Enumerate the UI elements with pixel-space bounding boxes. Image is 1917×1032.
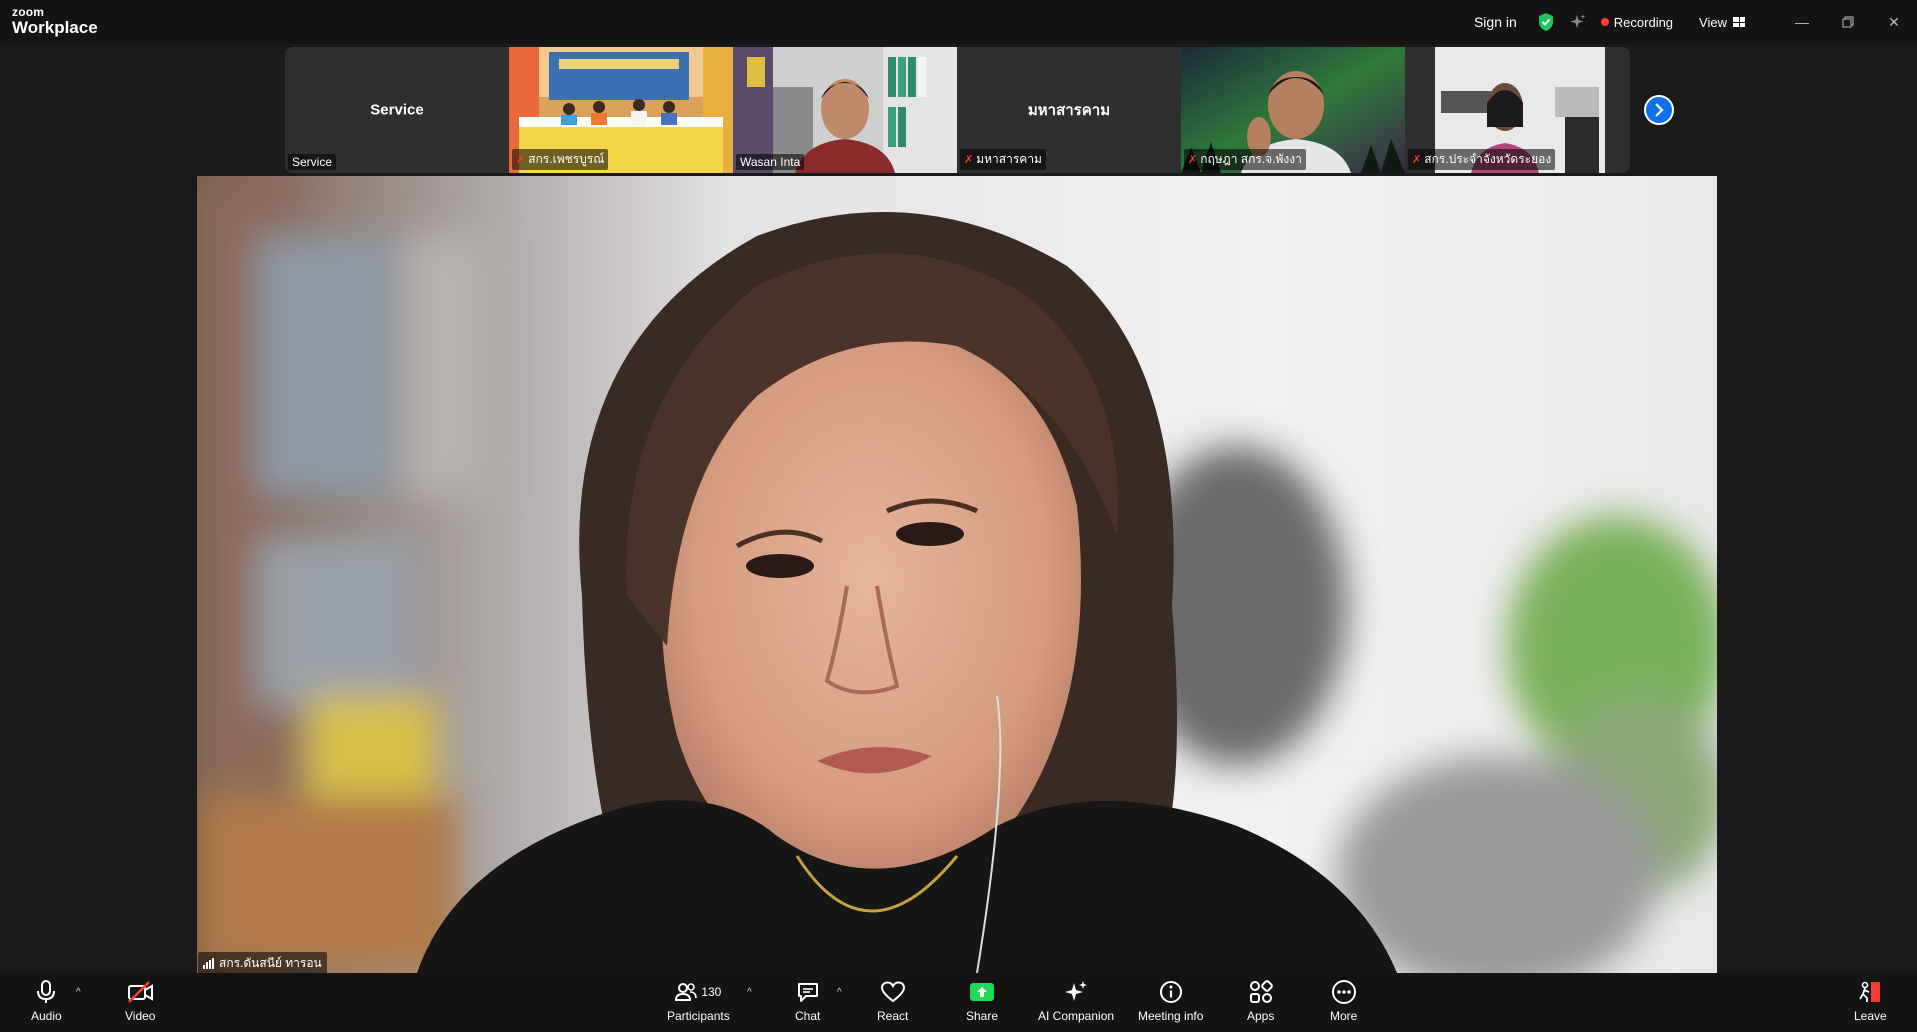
participant-name: มหาสารคาม (976, 152, 1042, 166)
close-button[interactable]: ✕ (1871, 0, 1917, 44)
minimize-button[interactable]: — (1779, 0, 1825, 44)
chat-options-caret[interactable]: ^ (837, 987, 842, 998)
participants-count: 130 (701, 985, 722, 999)
participants-icon (675, 983, 698, 1001)
participant-tile-video[interactable]: ✗ สกร.เพชรบูรณ์ (509, 47, 733, 173)
participant-name: กฤษฎา สกร.จ.พังงา (1200, 152, 1302, 166)
mic-muted-icon: ✗ (1412, 154, 1422, 166)
chat-label: Chat (795, 1009, 821, 1023)
participant-filmstrip: Service Service ✗ สกร.เพชรบูรณ์ Wasan In… (285, 47, 1630, 173)
share-screen-icon (970, 983, 995, 1001)
leave-door-icon (1859, 981, 1881, 1002)
participant-display-name: Service (370, 101, 424, 119)
logo-workplace-text: Workplace (12, 18, 98, 37)
share-button[interactable]: Share (966, 979, 998, 1023)
participant-display-name: มหาสารคาม (1027, 102, 1111, 119)
meeting-info-button[interactable]: Meeting info (1138, 979, 1203, 1023)
participant-tile-video[interactable]: ✗ สกร.ประจำจังหวัดระยอง (1405, 47, 1629, 173)
speaker-video-feed (197, 176, 1717, 973)
participant-nameplate: ✗ มหาสารคาม (960, 149, 1046, 170)
restore-button[interactable] (1825, 0, 1871, 44)
recording-dot-icon (1600, 18, 1609, 26)
grid-view-icon (1733, 17, 1745, 27)
view-button[interactable]: View (1699, 15, 1745, 30)
participant-tile-video[interactable]: ✗ กฤษฎา สกร.จ.พังงา (1181, 47, 1405, 173)
ai-companion-label: AI Companion (1038, 1009, 1115, 1023)
share-label: Share (966, 1009, 999, 1023)
view-label: View (1699, 14, 1727, 30)
active-speaker-name: สกร.ดันสนีย์ ทารอน (219, 956, 322, 970)
heart-icon (880, 981, 905, 1003)
video-label: Video (125, 1009, 156, 1023)
audio-options-caret[interactable]: ^ (76, 987, 81, 998)
shield-check-icon[interactable] (1537, 12, 1555, 32)
chevron-right-icon (1655, 103, 1664, 117)
participant-nameplate: ✗ กฤษฎา สกร.จ.พังงา (1184, 149, 1306, 170)
recording-label: Recording (1613, 14, 1674, 30)
participant-name: Wasan Inta (740, 155, 801, 169)
participants-options-caret[interactable]: ^ (747, 987, 752, 998)
apps-icon (1249, 980, 1273, 1003)
audio-button[interactable]: Audio (31, 979, 62, 1023)
mic-muted-icon: ✗ (1188, 154, 1198, 166)
leave-button[interactable]: Leave (1854, 979, 1887, 1023)
apps-button[interactable]: Apps (1247, 979, 1274, 1023)
participant-nameplate: Service (288, 154, 337, 170)
active-speaker-video[interactable] (197, 176, 1717, 973)
participant-nameplate: ✗ สกร.เพชรบูรณ์ (512, 149, 609, 170)
react-label: React (877, 1009, 909, 1023)
video-button[interactable]: Video (125, 979, 155, 1023)
filmstrip-next-button[interactable] (1644, 95, 1674, 125)
audio-label: Audio (31, 1009, 62, 1023)
ai-companion-button[interactable]: AI Companion (1038, 979, 1114, 1023)
logo-zoom-text: zoom (12, 5, 45, 19)
participant-tile-service[interactable]: Service Service (285, 47, 509, 173)
more-ellipsis-icon (1331, 980, 1356, 1004)
participants-label: Participants (667, 1009, 730, 1023)
participant-name: สกร.ประจำจังหวัดระยอง (1424, 152, 1552, 166)
apps-label: Apps (1247, 1009, 1275, 1023)
sign-in-link[interactable]: Sign in (1474, 14, 1517, 30)
microphone-icon (37, 980, 56, 1003)
participant-nameplate: ✗ สกร.ประจำจังหวัดระยอง (1408, 149, 1556, 170)
participant-name: สกร.เพชรบูรณ์ (528, 152, 605, 166)
more-button[interactable]: More (1330, 979, 1357, 1023)
chat-button[interactable]: Chat (795, 979, 820, 1023)
meeting-toolbar: Audio ^ Video 130 Participants ^ Chat ^ … (0, 973, 1917, 1032)
mic-muted-icon: ✗ (516, 154, 526, 166)
ai-sparkle-icon[interactable] (1569, 13, 1587, 31)
recording-indicator[interactable]: Recording (1600, 14, 1674, 30)
restore-icon (1842, 16, 1854, 28)
ai-companion-sparkle-icon (1065, 981, 1088, 1001)
video-off-icon (128, 981, 154, 1003)
participants-button[interactable]: 130 Participants (667, 979, 730, 1023)
participant-tile-avatar[interactable]: มหาสารคาม ✗ มหาสารคาม (957, 47, 1181, 173)
participant-name: Service (292, 155, 333, 169)
zoom-logo: zoom Workplace (12, 6, 98, 36)
info-icon (1159, 981, 1182, 1003)
title-bar: zoom Workplace Sign in Recording View — … (0, 0, 1917, 44)
react-button[interactable]: React (877, 979, 908, 1023)
participant-nameplate: Wasan Inta (736, 154, 805, 170)
chat-icon (797, 983, 818, 1002)
active-speaker-nameplate: สกร.ดันสนีย์ ทารอน (198, 952, 327, 975)
more-label: More (1330, 1009, 1358, 1023)
participant-tile-video[interactable]: Wasan Inta (733, 47, 957, 173)
mic-muted-icon: ✗ (964, 154, 974, 166)
meeting-info-label: Meeting info (1138, 1009, 1204, 1023)
leave-label: Leave (1854, 1009, 1887, 1023)
signal-bars-icon (203, 958, 214, 969)
